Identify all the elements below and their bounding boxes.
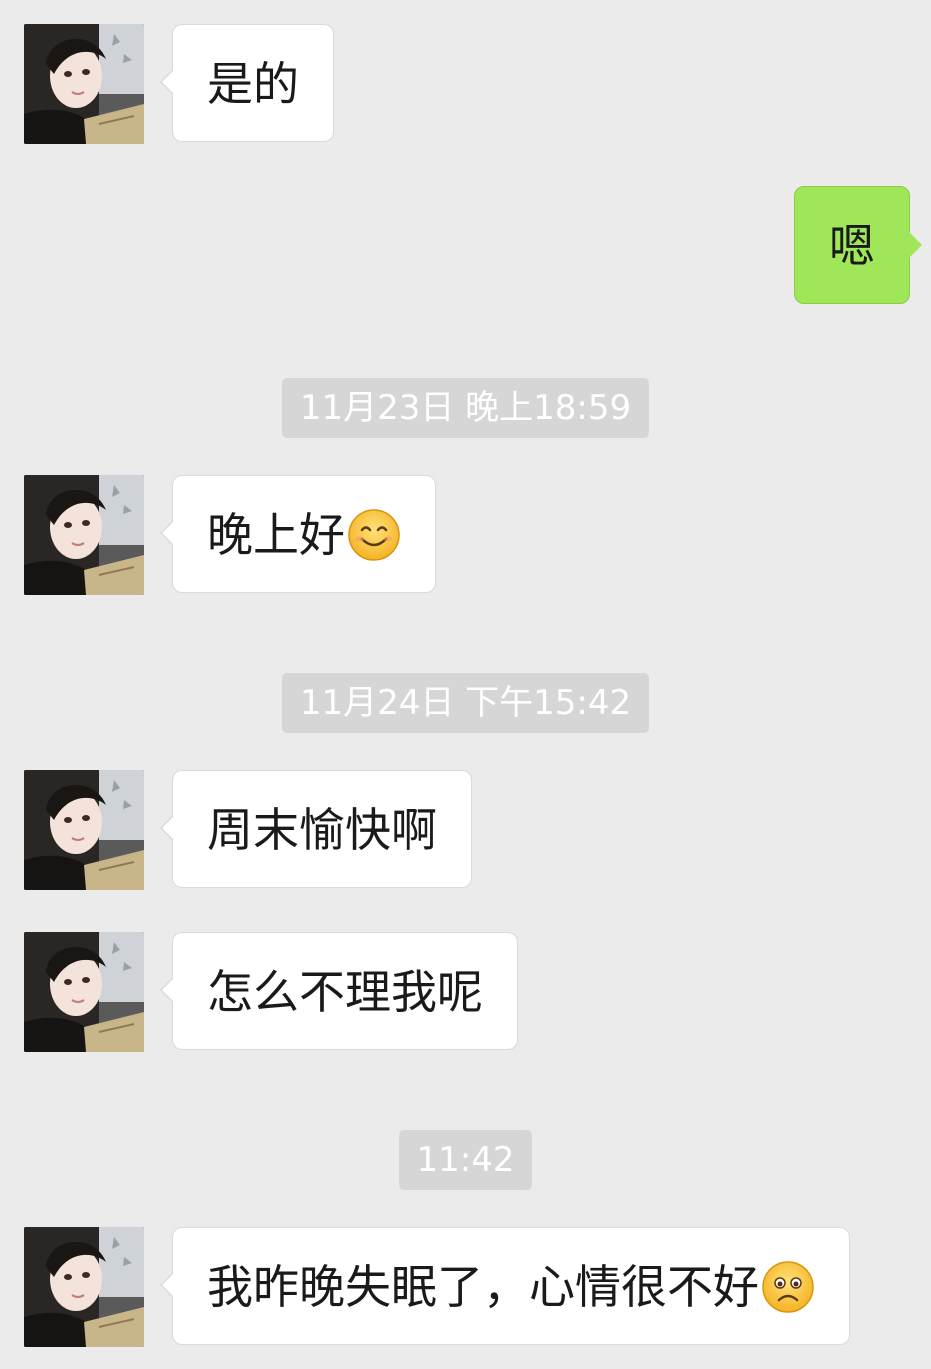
avatar-image xyxy=(24,475,144,595)
outgoing-message-bubble[interactable]: 嗯 xyxy=(794,186,922,304)
timestamp-divider: 11月23日 晚上18:59 xyxy=(0,378,931,438)
sad-emoji-icon xyxy=(761,1260,815,1314)
contact-avatar[interactable] xyxy=(24,24,144,144)
message-text: 我昨晚失眠了，心情很不好 xyxy=(207,1260,759,1314)
timestamp-divider: 11月24日 下午15:42 xyxy=(0,673,931,733)
avatar-image xyxy=(24,770,144,890)
incoming-message-bubble[interactable]: 是的 xyxy=(160,24,334,142)
contact-avatar[interactable] xyxy=(24,932,144,1052)
timestamp-label: 11:42 xyxy=(398,1130,533,1190)
timestamp-label: 11月24日 下午15:42 xyxy=(281,673,650,733)
avatar-image xyxy=(24,24,144,144)
message-text: 嗯 xyxy=(829,219,875,273)
message-text: 怎么不理我呢 xyxy=(207,965,483,1019)
incoming-message-bubble[interactable]: 我昨晚失眠了，心情很不好 xyxy=(160,1227,850,1345)
smile-emoji-icon xyxy=(347,508,401,562)
incoming-message-bubble[interactable]: 晚上好 xyxy=(160,475,436,593)
contact-avatar[interactable] xyxy=(24,1227,144,1347)
incoming-message-bubble[interactable]: 周末愉快啊 xyxy=(160,770,472,888)
message-text: 是的 xyxy=(207,57,299,111)
avatar-image xyxy=(24,932,144,1052)
message-text: 周末愉快啊 xyxy=(207,803,437,857)
timestamp-divider: 11:42 xyxy=(0,1130,931,1190)
contact-avatar[interactable] xyxy=(24,770,144,890)
avatar-image xyxy=(24,1227,144,1347)
incoming-message-bubble[interactable]: 怎么不理我呢 xyxy=(160,932,518,1050)
contact-avatar[interactable] xyxy=(24,475,144,595)
timestamp-label: 11月23日 晚上18:59 xyxy=(281,378,650,438)
message-text: 晚上好 xyxy=(207,508,345,562)
